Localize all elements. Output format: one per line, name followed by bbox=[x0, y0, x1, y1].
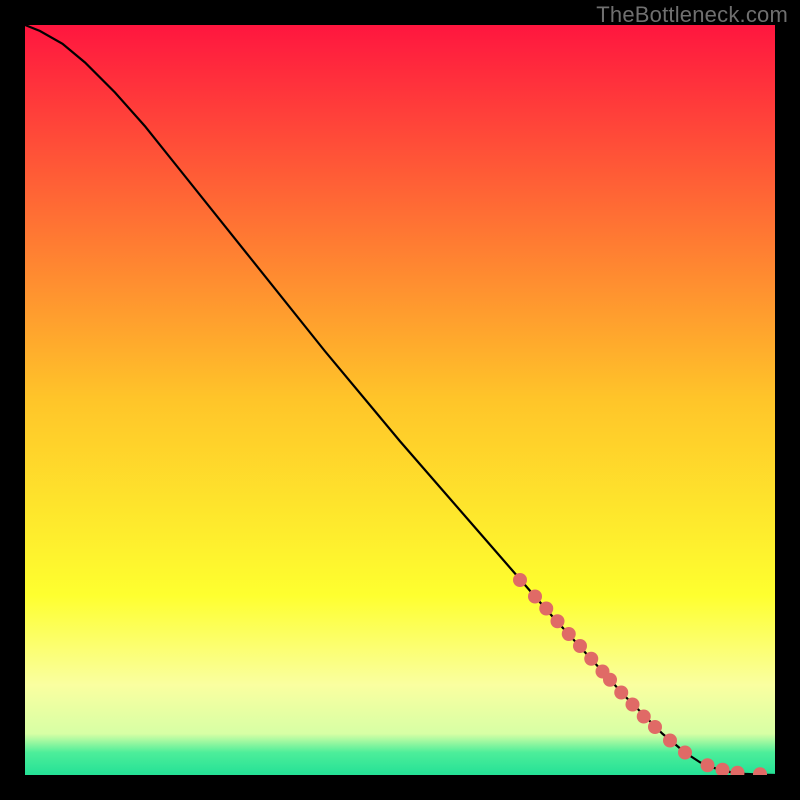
marker-point bbox=[663, 734, 677, 748]
marker-point bbox=[584, 652, 598, 666]
chart-frame: TheBottleneck.com bbox=[0, 0, 800, 800]
attribution-text: TheBottleneck.com bbox=[596, 2, 788, 28]
marker-point bbox=[562, 627, 576, 641]
marker-point bbox=[539, 602, 553, 616]
marker-point bbox=[678, 746, 692, 760]
marker-point bbox=[513, 573, 527, 587]
marker-point bbox=[603, 673, 617, 687]
marker-point bbox=[614, 686, 628, 700]
chart-svg bbox=[25, 25, 775, 775]
marker-point bbox=[551, 614, 565, 628]
marker-point bbox=[648, 720, 662, 734]
gradient-background bbox=[25, 25, 775, 775]
plot-area bbox=[25, 25, 775, 775]
marker-point bbox=[626, 698, 640, 712]
marker-point bbox=[637, 710, 651, 724]
marker-point bbox=[573, 639, 587, 653]
marker-point bbox=[528, 590, 542, 604]
marker-point bbox=[701, 758, 715, 772]
